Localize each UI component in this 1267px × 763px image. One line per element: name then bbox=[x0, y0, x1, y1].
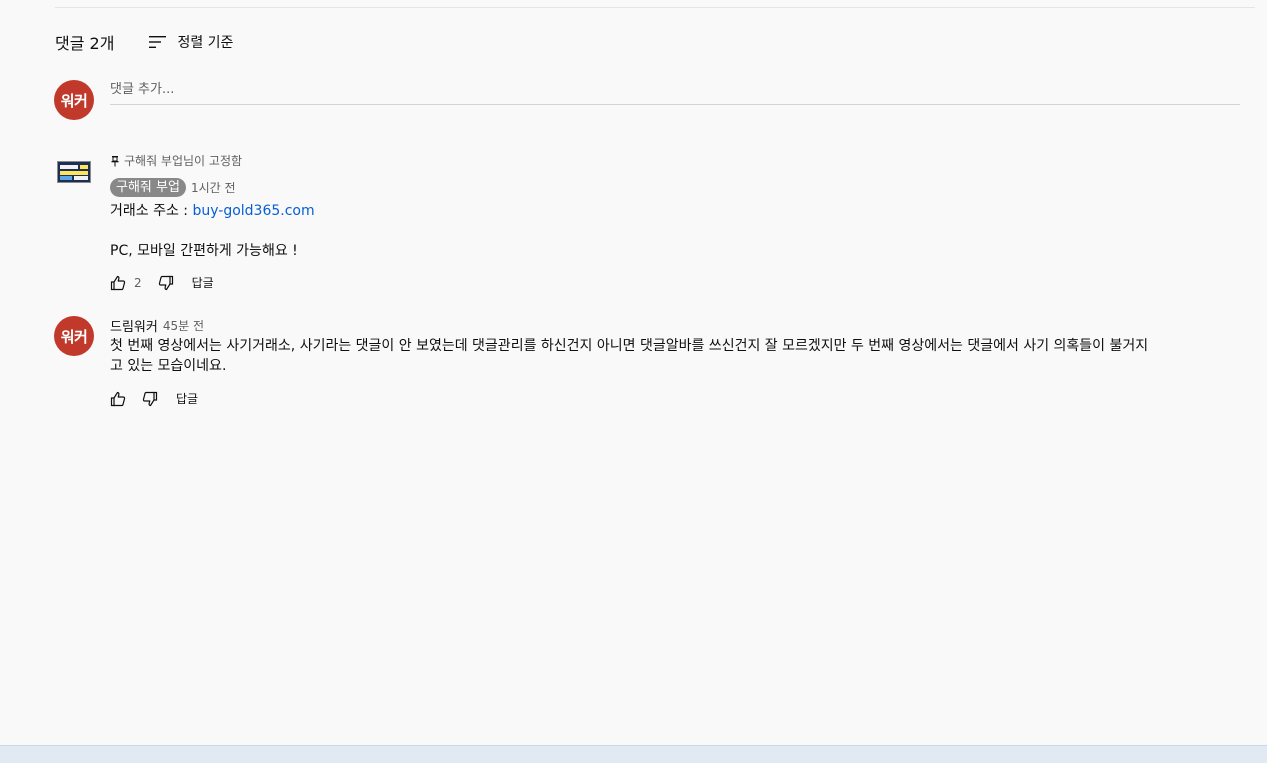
add-comment-field[interactable] bbox=[110, 78, 1240, 105]
comments-header: 댓글 2개 정렬 기준 bbox=[55, 30, 233, 54]
comment-2-avatar-text: 워커 bbox=[60, 327, 88, 346]
sort-icon bbox=[148, 34, 168, 50]
pin-icon bbox=[110, 155, 120, 167]
channel-avatar[interactable] bbox=[57, 161, 91, 183]
comment-2-line1: 첫 번째 영상에서는 사기거래소, 사기라는 댓글이 안 보였는데 댓글관리를 … bbox=[110, 338, 1149, 354]
dislike-icon[interactable] bbox=[158, 275, 174, 291]
comment-2-avatar[interactable]: 워커 bbox=[54, 316, 94, 356]
comment-1-timestamp[interactable]: 1시간 전 bbox=[191, 179, 236, 196]
sort-label: 정렬 기준 bbox=[177, 35, 234, 51]
comment-1-line2: PC, 모바일 간편하게 가능해요 ! bbox=[110, 243, 298, 259]
comment-1-actions: 2 답글 bbox=[110, 274, 214, 291]
exchange-link[interactable]: buy-gold365.com bbox=[192, 203, 314, 219]
pinned-text: 구해줘 부업님이 고정함 bbox=[124, 154, 243, 168]
comment-1-line1: 거래소 주소 : buy-gold365.com bbox=[110, 201, 315, 221]
channel-logo-icon bbox=[58, 162, 90, 182]
comment-1-body: 거래소 주소 : buy-gold365.com PC, 모바일 간편하게 가능… bbox=[110, 201, 315, 261]
comment-1-line1-prefix: 거래소 주소 : bbox=[110, 203, 193, 219]
like-count: 2 bbox=[134, 275, 142, 290]
comment-1-author-row: 구해줘 부업 1시간 전 bbox=[110, 178, 236, 197]
like-icon[interactable] bbox=[110, 275, 126, 291]
comment-2-author-row: 드림워커 45분 전 bbox=[110, 316, 204, 335]
reply-button[interactable]: 답글 bbox=[176, 390, 198, 407]
dislike-icon[interactable] bbox=[142, 391, 158, 407]
comment-2-line2: 고 있는 모습이네요. bbox=[110, 358, 227, 374]
add-comment-input[interactable] bbox=[110, 80, 1240, 99]
comment-2-timestamp[interactable]: 45분 전 bbox=[163, 317, 204, 334]
composer-avatar-text: 워커 bbox=[60, 91, 88, 110]
composer-avatar: 워커 bbox=[54, 80, 94, 120]
top-divider bbox=[55, 7, 1255, 8]
comment-2-actions: 답글 bbox=[110, 390, 198, 407]
comment-2-body: 첫 번째 영상에서는 사기거래소, 사기라는 댓글이 안 보였는데 댓글관리를 … bbox=[110, 336, 1230, 376]
comment-1-blank-line bbox=[110, 221, 315, 241]
like-icon[interactable] bbox=[110, 391, 126, 407]
comment-2-author[interactable]: 드림워커 bbox=[110, 316, 158, 335]
reply-button[interactable]: 답글 bbox=[192, 274, 214, 291]
sort-button[interactable]: 정렬 기준 bbox=[148, 32, 233, 52]
comment-1-author[interactable]: 구해줘 부업 bbox=[110, 178, 186, 197]
os-taskbar bbox=[0, 745, 1267, 763]
comment-count: 댓글 2개 bbox=[55, 34, 115, 53]
pinned-label: 구해줘 부업님이 고정함 bbox=[110, 152, 242, 169]
